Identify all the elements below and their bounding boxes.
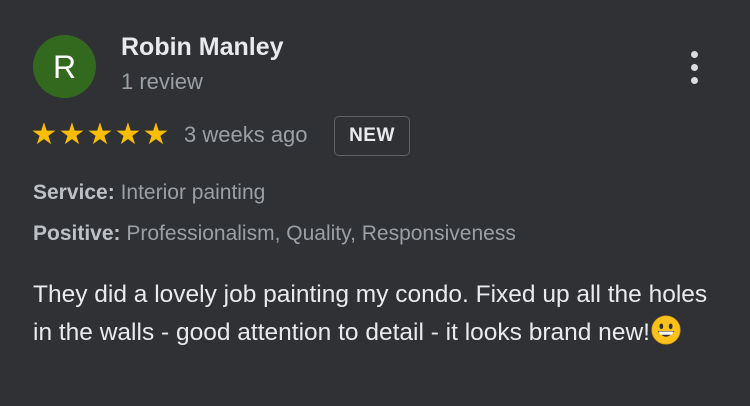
star-icon: ★: [86, 117, 114, 152]
positive-value: Professionalism, Quality, Responsiveness: [126, 222, 516, 245]
service-attribute: Service: Interior painting: [33, 181, 265, 205]
service-value: Interior painting: [120, 181, 266, 204]
more-vert-icon-dot: [690, 76, 698, 84]
star-icon: ★: [30, 117, 58, 152]
review-date: 3 weeks ago: [184, 122, 308, 147]
more-vert-icon-dot: [690, 63, 698, 71]
positive-label: Positive:: [33, 222, 121, 245]
avatar[interactable]: R: [33, 35, 96, 98]
more-vert-icon: [690, 50, 698, 58]
new-badge: NEW: [334, 116, 410, 156]
star-icon: ★: [114, 117, 142, 152]
star-rating: ★ ★ ★ ★ ★: [30, 118, 170, 152]
reviewer-review-count[interactable]: 1 review: [121, 69, 203, 95]
review-body: They did a lovely job painting my condo.…: [33, 276, 733, 352]
grinning-face-icon: [651, 315, 681, 345]
positive-attribute: Positive: Professionalism, Quality, Resp…: [33, 222, 516, 246]
review-text: They did a lovely job painting my condo.…: [33, 281, 708, 346]
review-card: R Robin Manley 1 review ★ ★ ★ ★ ★ 3 week…: [0, 0, 750, 406]
star-icon: ★: [58, 117, 86, 152]
reviewer-name[interactable]: Robin Manley: [121, 33, 284, 62]
star-icon: ★: [142, 117, 170, 152]
avatar-initial: R: [52, 48, 77, 85]
service-label: Service:: [33, 181, 115, 204]
more-options-button[interactable]: [675, 46, 713, 88]
